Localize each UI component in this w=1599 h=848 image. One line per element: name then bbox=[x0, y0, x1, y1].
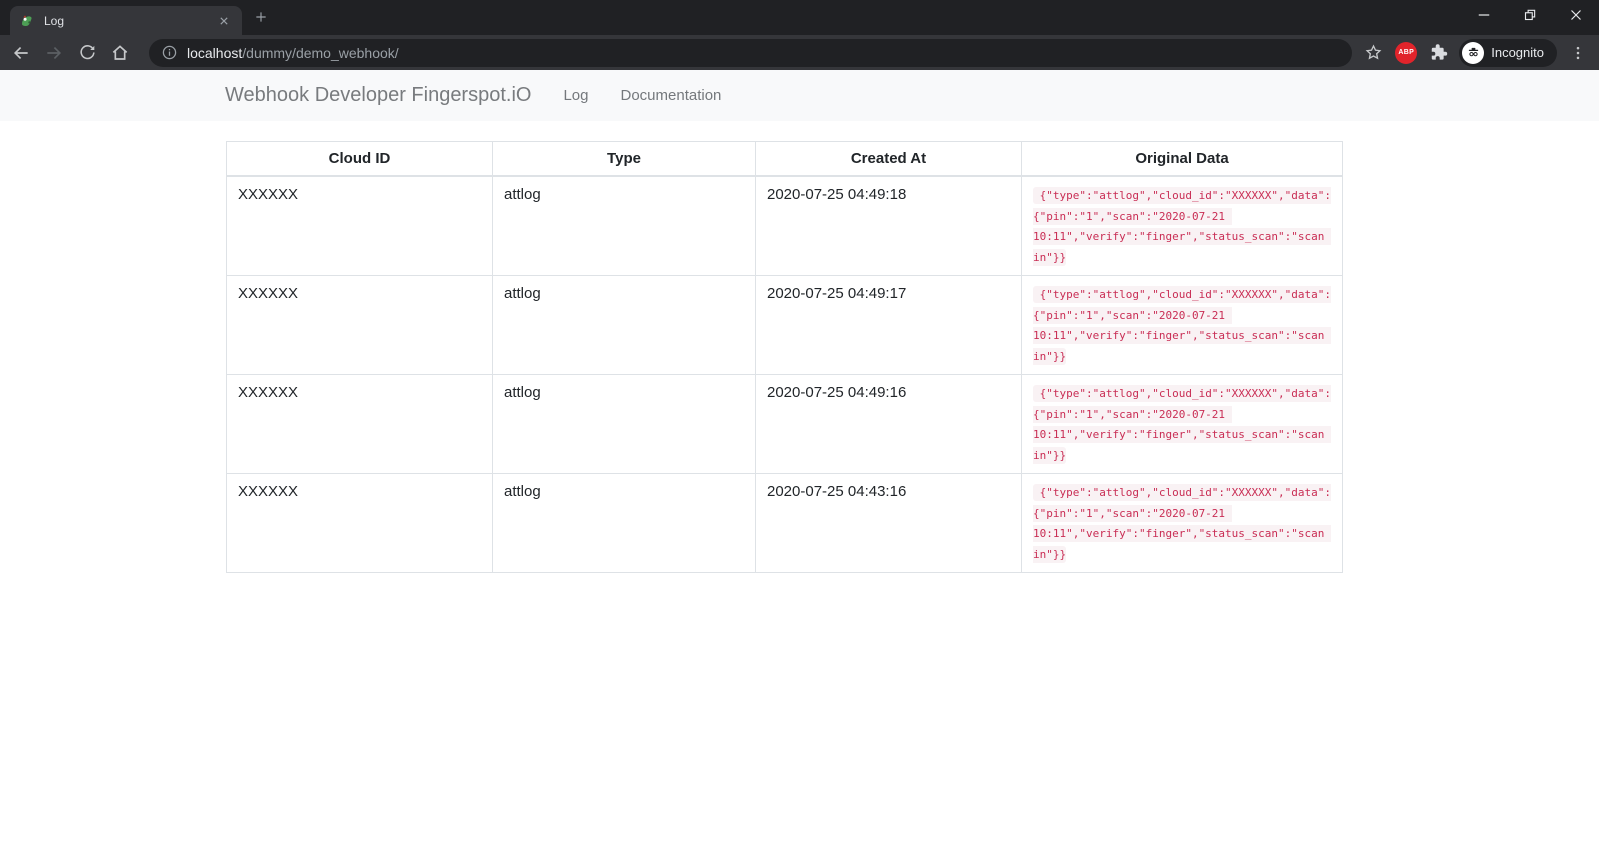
back-button[interactable] bbox=[8, 40, 34, 66]
cell-cloud-id: XXXXXX bbox=[227, 474, 493, 573]
cell-type: attlog bbox=[493, 176, 756, 276]
cell-original-data: {"type":"attlog","cloud_id":"XXXXXX","da… bbox=[1022, 176, 1343, 276]
table-row: XXXXXX attlog 2020-07-25 04:43:16 {"type… bbox=[227, 474, 1343, 573]
window-controls bbox=[1461, 0, 1599, 30]
nav-links: Log Documentation bbox=[547, 79, 737, 112]
col-header-original-data: Original Data bbox=[1022, 142, 1343, 177]
table-row: XXXXXX attlog 2020-07-25 04:49:18 {"type… bbox=[227, 176, 1343, 276]
site-brand[interactable]: Webhook Developer Fingerspot.iO bbox=[225, 84, 531, 107]
table-row: XXXXXX attlog 2020-07-25 04:49:16 {"type… bbox=[227, 375, 1343, 474]
incognito-icon bbox=[1462, 42, 1484, 64]
browser-tab[interactable]: Log bbox=[10, 6, 242, 35]
incognito-badge: Incognito bbox=[1459, 39, 1557, 67]
tab-strip: Log bbox=[0, 0, 1599, 35]
cell-created-at: 2020-07-25 04:49:18 bbox=[756, 176, 1022, 276]
url-host: localhost bbox=[187, 45, 242, 61]
url-text: localhost/dummy/demo_webhook/ bbox=[187, 45, 399, 61]
close-button[interactable] bbox=[1553, 0, 1599, 30]
extensions-puzzle-icon[interactable] bbox=[1425, 40, 1451, 66]
incognito-label: Incognito bbox=[1484, 45, 1554, 60]
cell-original-data: {"type":"attlog","cloud_id":"XXXXXX","da… bbox=[1022, 375, 1343, 474]
nav-link-log[interactable]: Log bbox=[547, 79, 604, 112]
bookmark-star-icon[interactable] bbox=[1360, 40, 1386, 66]
adblock-abp-badge[interactable]: ABP bbox=[1395, 42, 1417, 64]
cell-type: attlog bbox=[493, 474, 756, 573]
tab-title: Log bbox=[44, 14, 215, 28]
favicon-icon bbox=[19, 13, 35, 29]
col-header-cloud-id: Cloud ID bbox=[227, 142, 493, 177]
browser-menu-icon[interactable] bbox=[1565, 40, 1591, 66]
original-data-json: {"type":"attlog","cloud_id":"XXXXXX","da… bbox=[1033, 286, 1331, 365]
table-header-row: Cloud ID Type Created At Original Data bbox=[227, 142, 1343, 177]
cell-original-data: {"type":"attlog","cloud_id":"XXXXXX","da… bbox=[1022, 276, 1343, 375]
cell-original-data: {"type":"attlog","cloud_id":"XXXXXX","da… bbox=[1022, 474, 1343, 573]
new-tab-button[interactable] bbox=[252, 8, 270, 26]
webhook-log-table: Cloud ID Type Created At Original Data X… bbox=[226, 141, 1343, 573]
original-data-json: {"type":"attlog","cloud_id":"XXXXXX","da… bbox=[1033, 484, 1331, 563]
cell-type: attlog bbox=[493, 375, 756, 474]
forward-button[interactable] bbox=[41, 40, 67, 66]
original-data-json: {"type":"attlog","cloud_id":"XXXXXX","da… bbox=[1033, 385, 1331, 464]
cell-created-at: 2020-07-25 04:49:16 bbox=[756, 375, 1022, 474]
restore-button[interactable] bbox=[1507, 0, 1553, 30]
cell-cloud-id: XXXXXX bbox=[227, 276, 493, 375]
url-path: /dummy/demo_webhook/ bbox=[242, 45, 398, 61]
browser-window: Log bbox=[0, 0, 1599, 70]
cell-created-at: 2020-07-25 04:43:16 bbox=[756, 474, 1022, 573]
page-info-icon[interactable] bbox=[161, 44, 178, 61]
cell-type: attlog bbox=[493, 276, 756, 375]
content-container: Cloud ID Type Created At Original Data X… bbox=[226, 141, 1342, 573]
minimize-button[interactable] bbox=[1461, 0, 1507, 30]
col-header-type: Type bbox=[493, 142, 756, 177]
browser-toolbar: localhost/dummy/demo_webhook/ ABP bbox=[0, 35, 1599, 70]
address-bar[interactable]: localhost/dummy/demo_webhook/ bbox=[149, 39, 1352, 67]
nav-link-documentation[interactable]: Documentation bbox=[605, 79, 738, 112]
cell-created-at: 2020-07-25 04:49:17 bbox=[756, 276, 1022, 375]
webpage: Webhook Developer Fingerspot.iO Log Docu… bbox=[0, 70, 1599, 848]
cell-cloud-id: XXXXXX bbox=[227, 176, 493, 276]
tab-close-icon[interactable] bbox=[215, 12, 233, 30]
home-button[interactable] bbox=[107, 40, 133, 66]
original-data-json: {"type":"attlog","cloud_id":"XXXXXX","da… bbox=[1033, 187, 1331, 266]
table-row: XXXXXX attlog 2020-07-25 04:49:17 {"type… bbox=[227, 276, 1343, 375]
col-header-created-at: Created At bbox=[756, 142, 1022, 177]
cell-cloud-id: XXXXXX bbox=[227, 375, 493, 474]
site-navbar: Webhook Developer Fingerspot.iO Log Docu… bbox=[0, 70, 1599, 121]
reload-button[interactable] bbox=[74, 40, 100, 66]
